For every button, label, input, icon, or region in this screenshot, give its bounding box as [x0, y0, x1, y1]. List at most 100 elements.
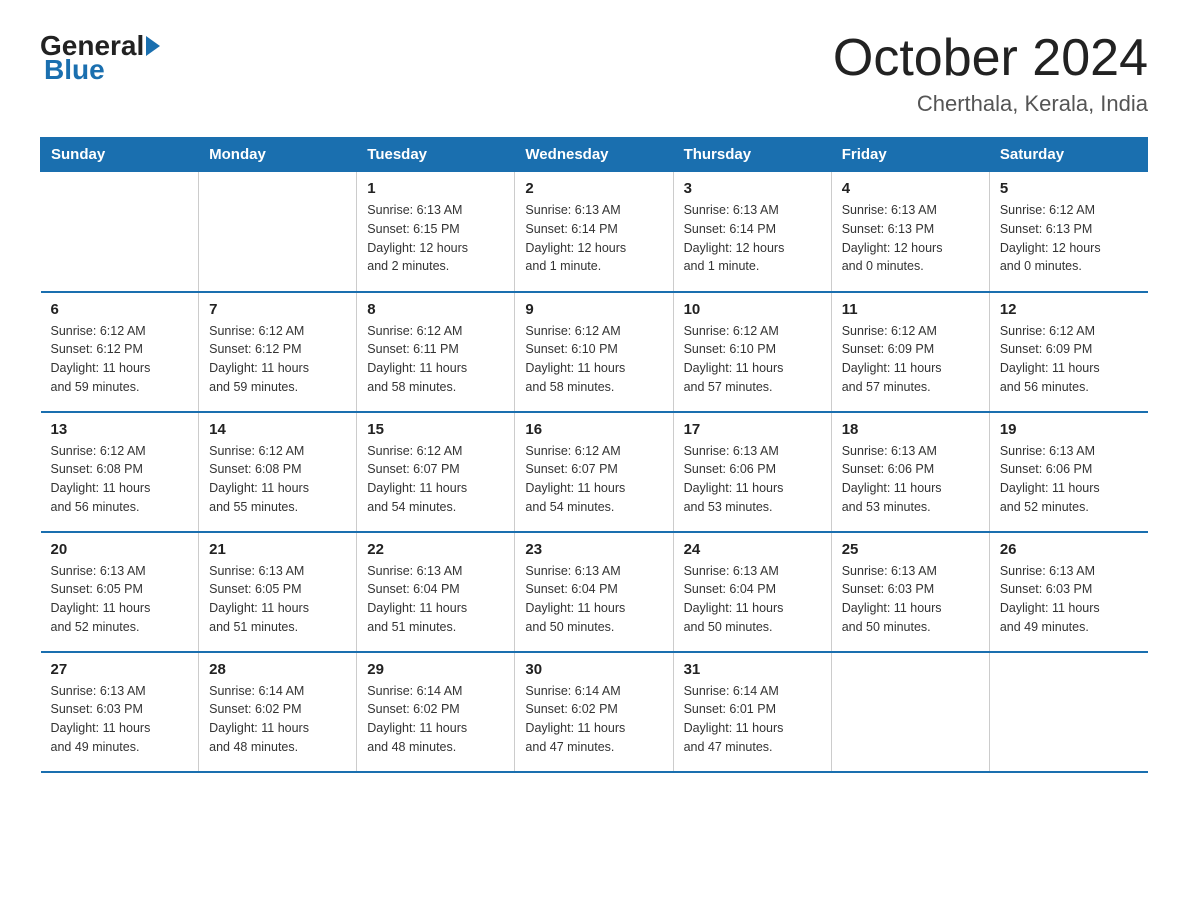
day-info: Sunrise: 6:13 AMSunset: 6:06 PMDaylight:…: [842, 442, 979, 517]
day-number: 16: [525, 421, 662, 438]
day-info: Sunrise: 6:13 AMSunset: 6:06 PMDaylight:…: [1000, 442, 1138, 517]
weekday-header-sunday: Sunday: [41, 138, 199, 172]
logo: General Blue: [40, 30, 162, 86]
day-info: Sunrise: 6:12 AMSunset: 6:10 PMDaylight:…: [525, 322, 662, 397]
calendar-cell: 7 Sunrise: 6:12 AMSunset: 6:12 PMDaylight…: [199, 292, 357, 412]
calendar-cell: 31Sunrise: 6:14 AMSunset: 6:01 PMDayligh…: [673, 652, 831, 772]
day-info: Sunrise: 6:13 AMSunset: 6:14 PMDaylight:…: [684, 201, 821, 276]
day-number: 19: [1000, 421, 1138, 438]
weekday-header-friday: Friday: [831, 138, 989, 172]
day-info: Sunrise: 6:14 AMSunset: 6:02 PMDaylight:…: [525, 682, 662, 757]
day-number: 2: [525, 180, 662, 197]
day-number: 29: [367, 661, 504, 678]
day-info: Sunrise: 6:12 AMSunset: 6:08 PMDaylight:…: [209, 442, 346, 517]
calendar-cell: 1Sunrise: 6:13 AMSunset: 6:15 PMDaylight…: [357, 172, 515, 292]
day-info: Sunrise: 6:12 AMSunset: 6:07 PMDaylight:…: [367, 442, 504, 517]
day-info: Sunrise: 6:12 AMSunset: 6:12 PMDaylight:…: [51, 322, 189, 397]
location-text: Cherthala, Kerala, India: [833, 91, 1148, 117]
day-info: Sunrise: 6:12 AMSunset: 6:08 PMDaylight:…: [51, 442, 189, 517]
calendar-cell: 2 Sunrise: 6:13 AMSunset: 6:14 PMDaylight…: [515, 172, 673, 292]
calendar-week-row: 20 Sunrise: 6:13 AMSunset: 6:05 PMDayligh…: [41, 532, 1148, 652]
calendar-cell: 9 Sunrise: 6:12 AMSunset: 6:10 PMDaylight…: [515, 292, 673, 412]
calendar-cell: 18 Sunrise: 6:13 AMSunset: 6:06 PMDayligh…: [831, 412, 989, 532]
logo-arrow-icon: [146, 36, 160, 56]
calendar-cell: 4Sunrise: 6:13 AMSunset: 6:13 PMDaylight…: [831, 172, 989, 292]
calendar-cell: [199, 172, 357, 292]
day-info: Sunrise: 6:13 AMSunset: 6:03 PMDaylight:…: [1000, 562, 1138, 637]
calendar-cell: 23 Sunrise: 6:13 AMSunset: 6:04 PMDayligh…: [515, 532, 673, 652]
day-number: 11: [842, 301, 979, 318]
calendar-cell: [41, 172, 199, 292]
day-info: Sunrise: 6:13 AMSunset: 6:03 PMDaylight:…: [51, 682, 189, 757]
calendar-cell: [989, 652, 1147, 772]
calendar-week-row: 6 Sunrise: 6:12 AMSunset: 6:12 PMDaylight…: [41, 292, 1148, 412]
calendar-cell: 11 Sunrise: 6:12 AMSunset: 6:09 PMDayligh…: [831, 292, 989, 412]
day-info: Sunrise: 6:14 AMSunset: 6:02 PMDaylight:…: [209, 682, 346, 757]
day-info: Sunrise: 6:12 AMSunset: 6:12 PMDaylight:…: [209, 322, 346, 397]
calendar-table: SundayMondayTuesdayWednesdayThursdayFrid…: [40, 137, 1148, 773]
day-number: 21: [209, 541, 346, 558]
day-number: 25: [842, 541, 979, 558]
calendar-cell: 19 Sunrise: 6:13 AMSunset: 6:06 PMDayligh…: [989, 412, 1147, 532]
calendar-cell: 25 Sunrise: 6:13 AMSunset: 6:03 PMDayligh…: [831, 532, 989, 652]
day-info: Sunrise: 6:14 AMSunset: 6:02 PMDaylight:…: [367, 682, 504, 757]
day-number: 31: [684, 661, 821, 678]
day-number: 17: [684, 421, 821, 438]
calendar-cell: 30 Sunrise: 6:14 AMSunset: 6:02 PMDayligh…: [515, 652, 673, 772]
month-title: October 2024: [833, 30, 1148, 87]
day-info: Sunrise: 6:13 AMSunset: 6:05 PMDaylight:…: [51, 562, 189, 637]
calendar-cell: 29 Sunrise: 6:14 AMSunset: 6:02 PMDayligh…: [357, 652, 515, 772]
day-number: 3: [684, 180, 821, 197]
day-number: 28: [209, 661, 346, 678]
day-number: 26: [1000, 541, 1138, 558]
calendar-cell: 8Sunrise: 6:12 AMSunset: 6:11 PMDaylight…: [357, 292, 515, 412]
day-info: Sunrise: 6:12 AMSunset: 6:07 PMDaylight:…: [525, 442, 662, 517]
day-info: Sunrise: 6:13 AMSunset: 6:03 PMDaylight:…: [842, 562, 979, 637]
day-info: Sunrise: 6:12 AMSunset: 6:09 PMDaylight:…: [842, 322, 979, 397]
day-info: Sunrise: 6:13 AMSunset: 6:06 PMDaylight:…: [684, 442, 821, 517]
day-number: 23: [525, 541, 662, 558]
weekday-header-wednesday: Wednesday: [515, 138, 673, 172]
calendar-cell: 15Sunrise: 6:12 AMSunset: 6:07 PMDayligh…: [357, 412, 515, 532]
day-number: 20: [51, 541, 189, 558]
calendar-cell: [831, 652, 989, 772]
day-number: 9: [525, 301, 662, 318]
day-number: 24: [684, 541, 821, 558]
weekday-header-row: SundayMondayTuesdayWednesdayThursdayFrid…: [41, 138, 1148, 172]
calendar-week-row: 27 Sunrise: 6:13 AMSunset: 6:03 PMDayligh…: [41, 652, 1148, 772]
calendar-cell: 10Sunrise: 6:12 AMSunset: 6:10 PMDayligh…: [673, 292, 831, 412]
day-number: 5: [1000, 180, 1138, 197]
calendar-cell: 28 Sunrise: 6:14 AMSunset: 6:02 PMDayligh…: [199, 652, 357, 772]
calendar-cell: 24Sunrise: 6:13 AMSunset: 6:04 PMDayligh…: [673, 532, 831, 652]
day-info: Sunrise: 6:13 AMSunset: 6:04 PMDaylight:…: [367, 562, 504, 637]
calendar-cell: 17 Sunrise: 6:13 AMSunset: 6:06 PMDayligh…: [673, 412, 831, 532]
calendar-body: 1Sunrise: 6:13 AMSunset: 6:15 PMDaylight…: [41, 172, 1148, 772]
day-number: 13: [51, 421, 189, 438]
calendar-cell: 6 Sunrise: 6:12 AMSunset: 6:12 PMDaylight…: [41, 292, 199, 412]
day-number: 12: [1000, 301, 1138, 318]
day-info: Sunrise: 6:12 AMSunset: 6:13 PMDaylight:…: [1000, 201, 1138, 276]
day-info: Sunrise: 6:13 AMSunset: 6:05 PMDaylight:…: [209, 562, 346, 637]
day-number: 18: [842, 421, 979, 438]
day-info: Sunrise: 6:13 AMSunset: 6:15 PMDaylight:…: [367, 201, 504, 276]
day-info: Sunrise: 6:13 AMSunset: 6:14 PMDaylight:…: [525, 201, 662, 276]
day-number: 10: [684, 301, 821, 318]
calendar-cell: 22 Sunrise: 6:13 AMSunset: 6:04 PMDayligh…: [357, 532, 515, 652]
day-info: Sunrise: 6:12 AMSunset: 6:11 PMDaylight:…: [367, 322, 504, 397]
day-number: 27: [51, 661, 189, 678]
day-number: 22: [367, 541, 504, 558]
day-number: 7: [209, 301, 346, 318]
calendar-cell: 26 Sunrise: 6:13 AMSunset: 6:03 PMDayligh…: [989, 532, 1147, 652]
logo-blue-text: Blue: [40, 54, 105, 86]
weekday-header-saturday: Saturday: [989, 138, 1147, 172]
calendar-cell: 13 Sunrise: 6:12 AMSunset: 6:08 PMDayligh…: [41, 412, 199, 532]
weekday-header-thursday: Thursday: [673, 138, 831, 172]
calendar-cell: 14Sunrise: 6:12 AMSunset: 6:08 PMDayligh…: [199, 412, 357, 532]
calendar-week-row: 1Sunrise: 6:13 AMSunset: 6:15 PMDaylight…: [41, 172, 1148, 292]
day-info: Sunrise: 6:12 AMSunset: 6:09 PMDaylight:…: [1000, 322, 1138, 397]
day-info: Sunrise: 6:13 AMSunset: 6:04 PMDaylight:…: [525, 562, 662, 637]
day-number: 30: [525, 661, 662, 678]
title-section: October 2024 Cherthala, Kerala, India: [833, 30, 1148, 117]
day-number: 6: [51, 301, 189, 318]
day-info: Sunrise: 6:13 AMSunset: 6:13 PMDaylight:…: [842, 201, 979, 276]
